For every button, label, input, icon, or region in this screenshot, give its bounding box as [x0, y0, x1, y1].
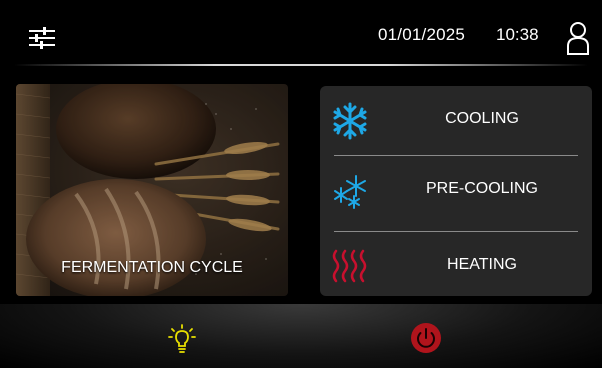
mode-pre-cooling-label: PRE-COOLING: [425, 180, 538, 197]
fermentation-cycle-tile[interactable]: FERMENTATION CYCLE: [16, 84, 288, 296]
small-snowflakes-icon: [334, 175, 366, 209]
snowflake-icon: [333, 102, 367, 140]
sliders-icon[interactable]: [28, 26, 56, 50]
mode-heating[interactable]: HEATING: [320, 232, 592, 302]
bottom-bar: [0, 304, 602, 368]
mode-cooling-label: COOLING: [445, 110, 519, 127]
header: 01/01/2025 10:38: [0, 0, 602, 64]
lightbulb-icon[interactable]: [168, 324, 196, 354]
user-icon[interactable]: [566, 21, 590, 55]
mode-pre-cooling[interactable]: PRE-COOLING: [320, 156, 592, 226]
mode-panel: COOLING PRE-COOLING HEATING: [320, 86, 592, 296]
screen: 01/01/2025 10:38 FERMENTATION CYCLE COOL…: [0, 0, 602, 368]
power-icon[interactable]: [410, 322, 442, 354]
time-display: 10:38: [496, 25, 539, 44]
mode-heating-label: HEATING: [447, 256, 517, 273]
heat-waves-icon: [332, 249, 367, 283]
date-display: 01/01/2025: [378, 25, 466, 44]
fermentation-cycle-label: FERMENTATION CYCLE: [61, 259, 243, 276]
header-divider: [14, 64, 588, 66]
mode-cooling[interactable]: COOLING: [320, 86, 592, 156]
